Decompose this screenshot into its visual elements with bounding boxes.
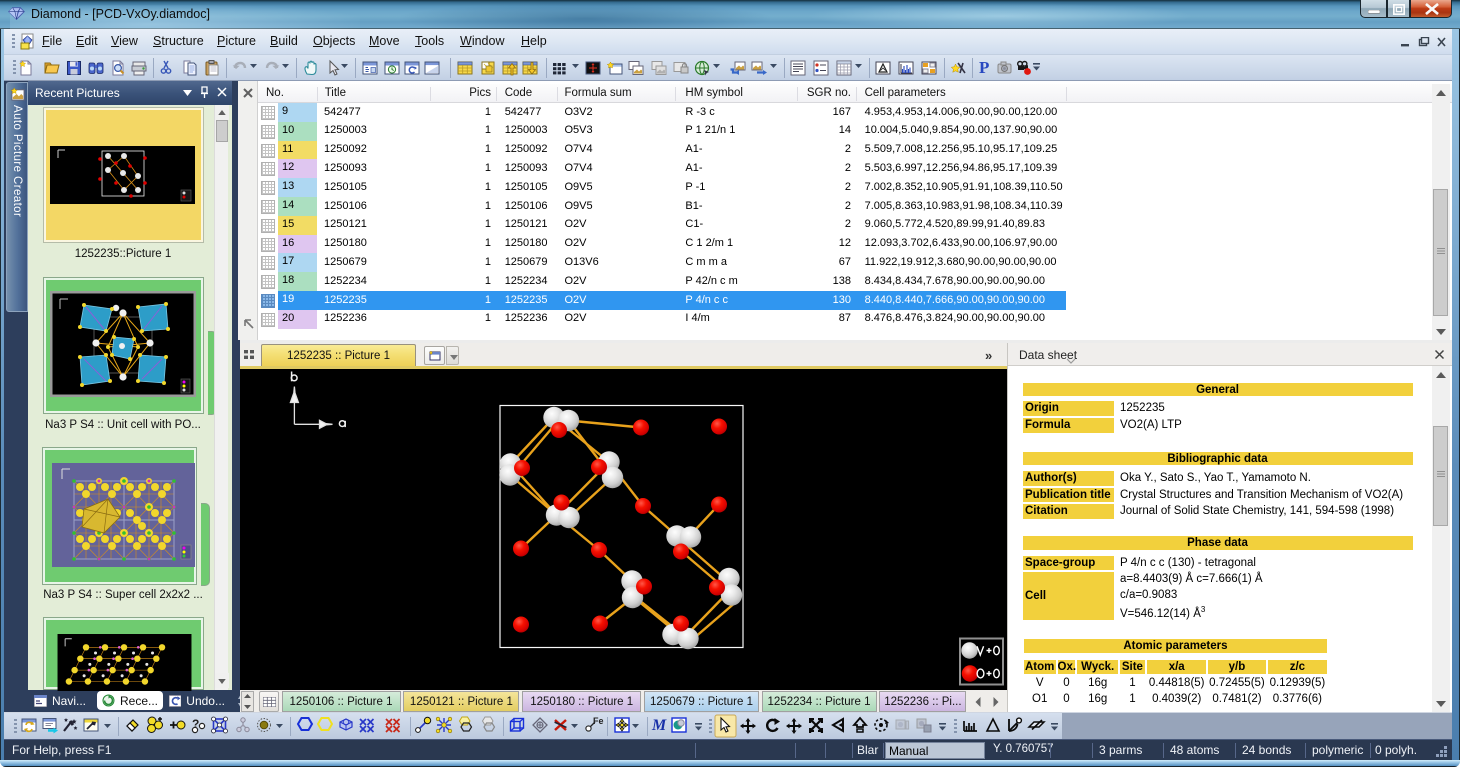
svg-text:M: M xyxy=(651,717,667,734)
svg-text:Fe: Fe xyxy=(593,716,604,726)
svg-text:P: P xyxy=(979,58,989,77)
